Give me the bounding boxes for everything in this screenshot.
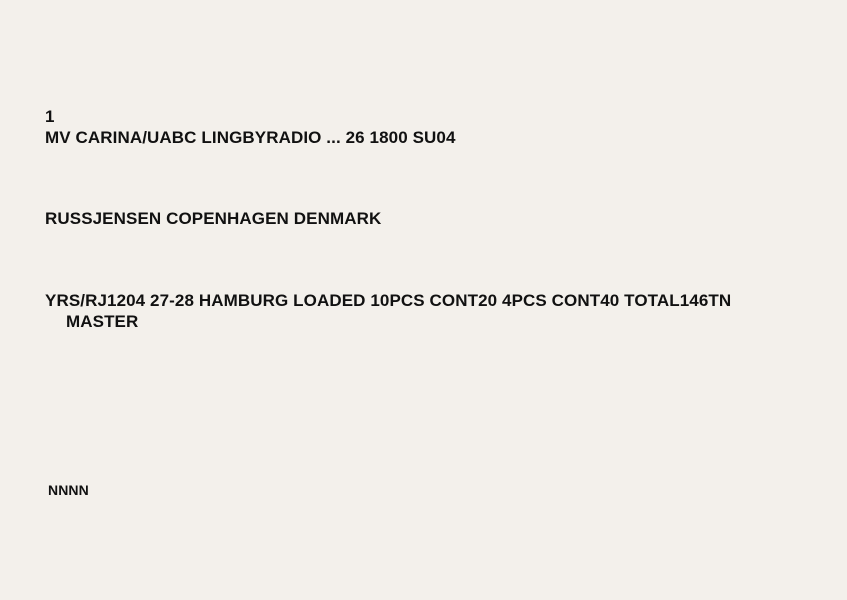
message-number: 1 <box>45 107 55 126</box>
message-header: MV CARINA/UABC LINGBYRADIO ... 26 1800 S… <box>45 128 456 147</box>
recipient-address: RUSSJENSEN COPENHAGEN DENMARK <box>45 209 382 228</box>
message-signature: MASTER <box>66 312 139 331</box>
message-body: YRS/RJ1204 27-28 HAMBURG LOADED 10PCS CO… <box>45 291 732 310</box>
end-of-message-marker: NNNN <box>48 482 89 498</box>
